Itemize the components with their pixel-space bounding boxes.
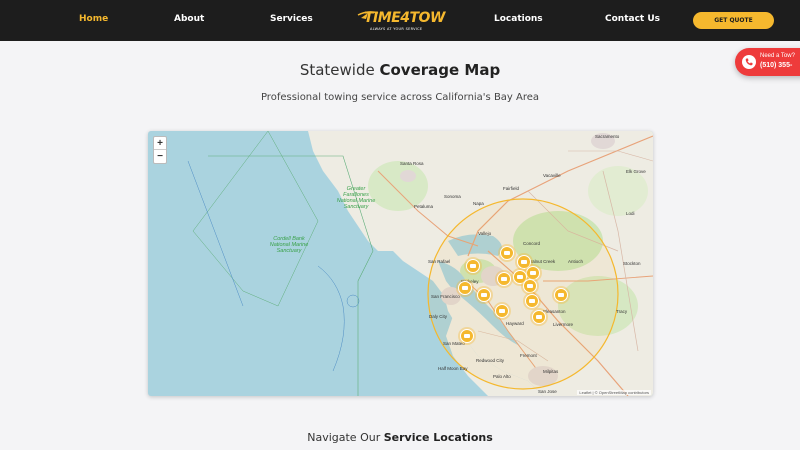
- tow-truck-icon: [481, 292, 487, 297]
- coverage-title: Statewide Coverage Map: [0, 61, 800, 79]
- location-marker[interactable]: [495, 304, 509, 318]
- location-marker[interactable]: [458, 281, 472, 295]
- map-place-label: Pleasanton: [543, 309, 566, 314]
- nav-contact-link[interactable]: Contact Us: [605, 14, 660, 24]
- coverage-title-plain: Statewide: [299, 61, 380, 79]
- zoom-out-button[interactable]: −: [154, 150, 166, 163]
- tow-truck-icon: [529, 298, 535, 303]
- zoom-in-button[interactable]: +: [154, 137, 166, 150]
- map-place-label: Petaluma: [414, 204, 434, 209]
- location-marker[interactable]: [525, 294, 539, 308]
- tow-truck-icon: [501, 276, 507, 281]
- service-locations-title: Navigate Our Service Locations: [0, 431, 800, 444]
- location-marker[interactable]: [466, 259, 480, 273]
- tow-truck-icon: [527, 283, 533, 288]
- nav-locations-link[interactable]: Locations: [494, 14, 543, 24]
- map-place-label: Santa Rosa: [400, 161, 424, 166]
- map-place-label: Sacramento: [595, 134, 620, 139]
- nav-about-link[interactable]: About: [174, 14, 204, 24]
- map-place-label: Hayward: [506, 321, 524, 326]
- map-place-label: Stockton: [623, 261, 641, 266]
- map-place-label: Palo Alto: [493, 374, 511, 379]
- map-water-label: Cordell Bank National Marine Sanctuary: [269, 236, 309, 254]
- brand-logo[interactable]: TIME4TOW ALWAYS AT YOUR SERVICE: [356, 9, 446, 33]
- coverage-subtitle: Professional towing service across Calif…: [260, 92, 540, 103]
- map-place-label: Elk Grove: [626, 169, 646, 174]
- get-quote-button[interactable]: GET QUOTE: [693, 12, 774, 29]
- map-attribution[interactable]: Leaflet | © OpenStreetMap contributors: [577, 390, 651, 395]
- service-locations-title-bold: Service Locations: [383, 431, 493, 444]
- coverage-map[interactable]: + − Greater Farallones National Marine S…: [148, 131, 653, 396]
- map-place-label: Redwood City: [476, 358, 505, 363]
- tow-truck-icon: [558, 292, 564, 297]
- map-place-label: Walnut Creek: [528, 259, 556, 264]
- map-place-label: Sonoma: [444, 194, 461, 199]
- call-tab-label: Need a Tow?: [760, 53, 795, 59]
- location-marker[interactable]: [497, 272, 511, 286]
- tow-truck-icon: [521, 259, 527, 264]
- top-navbar: Home About Services TIME4TOW ALWAYS AT Y…: [0, 0, 800, 41]
- map-place-label: Vacaville: [543, 173, 561, 178]
- service-locations-title-plain: Navigate Our: [307, 431, 384, 444]
- map-place-label: Antioch: [568, 259, 584, 264]
- location-marker[interactable]: [460, 329, 474, 343]
- map-place-label: Daly City: [429, 314, 448, 319]
- tow-truck-icon: [470, 263, 476, 268]
- map-place-label: Fremont: [520, 353, 537, 358]
- map-place-label: Lodi: [626, 211, 635, 216]
- location-marker[interactable]: [523, 279, 537, 293]
- tow-truck-icon: [464, 333, 470, 338]
- tow-truck-icon: [530, 270, 536, 275]
- map-place-label: Half Moon Bay: [438, 366, 468, 371]
- tow-truck-icon: [499, 308, 505, 313]
- logo-text: TIME4TOW: [364, 10, 445, 26]
- location-marker[interactable]: [532, 310, 546, 324]
- map-place-label: Concord: [523, 241, 541, 246]
- location-marker[interactable]: [554, 288, 568, 302]
- location-marker[interactable]: [526, 266, 540, 280]
- map-zoom-control: + −: [153, 136, 167, 164]
- tow-truck-icon: [517, 274, 523, 279]
- tow-truck-icon: [504, 250, 510, 255]
- logo-tagline: ALWAYS AT YOUR SERVICE: [370, 27, 423, 31]
- map-place-label: San Francisco: [431, 294, 460, 299]
- nav-home-link[interactable]: Home: [79, 14, 108, 24]
- location-marker[interactable]: [500, 246, 514, 260]
- map-place-label: Tracy: [616, 309, 628, 314]
- coverage-title-bold: Coverage Map: [379, 61, 501, 79]
- map-place-label: Livermore: [553, 322, 574, 327]
- map-place-label: San Rafael: [428, 259, 451, 264]
- map-place-label: Milpitas: [543, 369, 559, 374]
- map-place-label: Napa: [473, 201, 484, 206]
- map-water-label: Greater Farallones National Marine Sanct…: [336, 186, 376, 210]
- map-place-label: San Mateo: [443, 341, 465, 346]
- map-place-label: Vallejo: [478, 231, 492, 236]
- map-place-label: Fairfield: [503, 186, 520, 191]
- tow-truck-icon: [536, 314, 542, 319]
- tow-truck-icon: [462, 285, 468, 290]
- map-place-label: San Jose: [538, 389, 557, 394]
- nav-services-link[interactable]: Services: [270, 14, 313, 24]
- location-marker[interactable]: [477, 288, 491, 302]
